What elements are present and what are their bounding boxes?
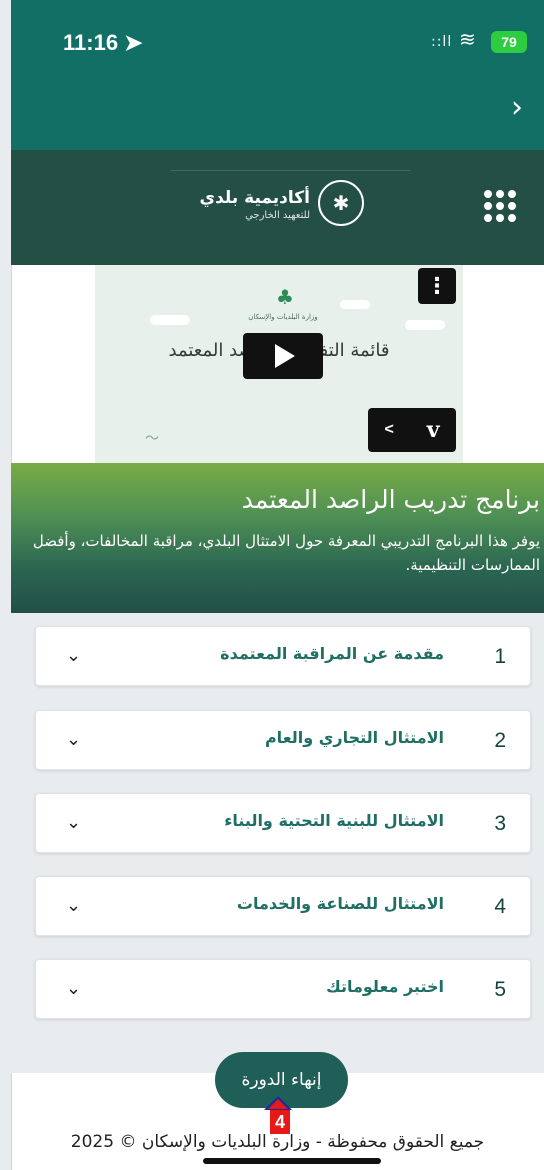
module-title: الامتثال للبنية التحتية والبناء	[224, 811, 444, 830]
marker-label: 4	[270, 1110, 290, 1134]
module-accordion-5[interactable]: 5 اختبر معلوماتك ⌄	[35, 959, 531, 1019]
module-number: 1	[494, 645, 506, 668]
chevron-down-icon[interactable]: ⌄	[66, 729, 81, 750]
brand-logo[interactable]: أكاديمية بلدي للتعهيد الخارجي	[190, 188, 311, 221]
vimeo-logo-icon[interactable]: v	[427, 417, 440, 443]
program-title: برنامج تدريب الراصد المعتمد	[241, 485, 540, 514]
module-accordion-3[interactable]: 3 الامتثال للبنية التحتية والبناء ⌄	[35, 793, 531, 853]
chevron-down-icon[interactable]: ⌄	[66, 895, 81, 916]
header-divider	[171, 170, 411, 171]
cloud-decoration	[150, 315, 190, 325]
more-options-icon[interactable]: ⋮	[418, 268, 456, 304]
module-accordion-2[interactable]: 2 الامتثال التجاري والعام ⌄	[35, 710, 531, 770]
brand-name: أكاديمية بلدي	[199, 188, 311, 208]
signal-icon: ::ll	[431, 34, 453, 50]
module-number: 2	[494, 729, 506, 752]
grid-menu-icon[interactable]	[484, 190, 516, 222]
module-number: 4	[494, 895, 506, 918]
ministry-logo-icon: ♣	[276, 285, 294, 309]
module-accordion-4[interactable]: 4 الامتثال للصناعة والخدمات ⌄	[35, 876, 531, 936]
video-player[interactable]: ♣ وزارة البلديات والإسكان قائمة التفحص ل…	[95, 265, 463, 465]
step-marker: 4	[256, 1096, 300, 1136]
play-button[interactable]	[243, 333, 323, 379]
module-number: 3	[494, 812, 506, 835]
wifi-icon: ≋	[459, 27, 476, 51]
cloud-decoration	[340, 300, 370, 309]
chevron-down-icon[interactable]: ⌄	[66, 812, 81, 833]
status-bar: 11:16 ➤ ::ll ≋ 79 ›	[11, 0, 544, 150]
module-title: اختبر معلوماتك	[326, 977, 444, 996]
vimeo-prev-icon[interactable]: <	[384, 421, 393, 439]
module-title: الامتثال التجاري والعام	[264, 728, 444, 747]
footer-copyright: جميع الحقوق محفوظة - وزارة البلديات والإ…	[70, 1132, 485, 1152]
marker-arrow-inner	[268, 1099, 288, 1109]
ministry-logo-text: وزارة البلديات والإسكان	[248, 313, 318, 321]
back-chevron-icon[interactable]: ›	[511, 90, 523, 125]
chevron-down-icon[interactable]: ⌄	[66, 978, 81, 999]
module-number: 5	[494, 978, 506, 1001]
home-indicator[interactable]	[203, 1158, 381, 1164]
vimeo-controls[interactable]: < v	[368, 408, 456, 452]
module-title: الامتثال للصناعة والخدمات	[236, 894, 444, 913]
module-accordion-1[interactable]: 1 مقدمة عن المراقبة المعتمدة ⌄	[35, 626, 531, 686]
clock: 11:16 ➤	[63, 30, 143, 55]
program-description: يوفر هذا البرنامج التدريبي المعرفة حول ا…	[32, 532, 540, 574]
palm-emblem-icon: ✱	[318, 180, 364, 226]
module-title: مقدمة عن المراقبة المعتمدة	[220, 644, 444, 663]
chevron-down-icon[interactable]: ⌄	[66, 645, 81, 666]
squiggle-decoration: 〜	[145, 431, 159, 447]
program-banner: برنامج تدريب الراصد المعتمد يوفر هذا الب…	[11, 463, 544, 613]
battery-indicator: 79	[491, 31, 527, 53]
brand-subtitle: للتعهيد الخارجي	[245, 210, 310, 221]
cloud-decoration	[405, 320, 445, 330]
